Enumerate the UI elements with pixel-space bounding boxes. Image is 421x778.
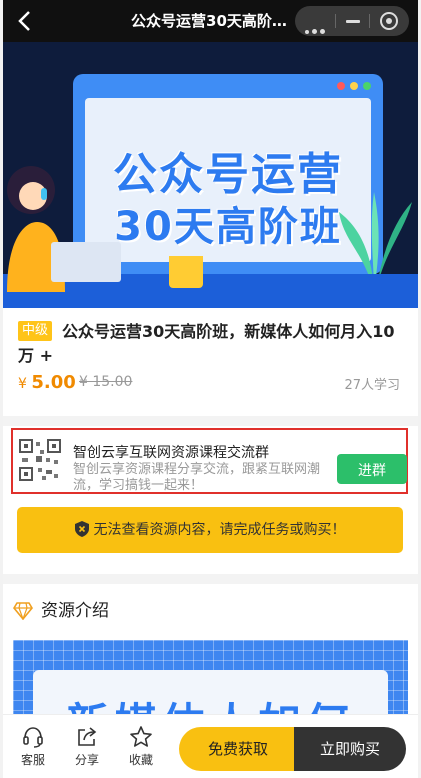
- top-navigation-bar: 公众号运营30天高阶班...: [3, 0, 418, 42]
- favorite-button[interactable]: 收藏: [119, 725, 163, 768]
- star-icon: [130, 726, 152, 747]
- laptop-illustration: [51, 242, 121, 282]
- group-description: 智创云享资源课程分享交流，跟紧互联网潮流，学习搞钱一起来！: [73, 462, 321, 493]
- mini-program-capsule: [295, 6, 409, 36]
- more-dots-icon[interactable]: [305, 19, 328, 38]
- bottom-action-bar: 客服 分享 收藏 免费获取 立即购买: [3, 714, 418, 778]
- learner-count: 27人学习: [344, 378, 400, 393]
- original-price: ¥ 15.00: [79, 374, 133, 390]
- join-group-button[interactable]: 进群: [337, 454, 407, 484]
- close-target-icon[interactable]: [380, 12, 398, 30]
- product-name: 公众号运营30天高阶班，新媒体人如何月入10万 +: [18, 322, 395, 365]
- group-card[interactable]: 智创云享互联网资源课程交流群 智创云享资源课程分享交流，跟紧互联网潮流，学习搞钱…: [11, 428, 408, 494]
- pen-cup-illustration: [169, 256, 203, 288]
- shield-icon: [74, 521, 89, 537]
- diamond-icon: [13, 602, 33, 620]
- buy-now-button[interactable]: 立即购买: [294, 727, 406, 771]
- back-arrow-icon[interactable]: [13, 8, 39, 34]
- share-icon: [78, 727, 97, 746]
- divider: [3, 574, 418, 584]
- notice-banner[interactable]: 无法查看资源内容，请完成任务或购买！: [17, 507, 403, 553]
- group-title: 智创云享互联网资源课程交流群: [73, 445, 269, 461]
- free-get-button[interactable]: 免费获取: [179, 727, 297, 771]
- price: ¥ 5.00: [18, 372, 76, 393]
- share-button[interactable]: 分享: [65, 725, 109, 768]
- service-button[interactable]: 客服: [11, 725, 55, 768]
- notice-text: 无法查看资源内容，请完成任务或购买！: [93, 522, 346, 538]
- banner-title-line1: 公众号运营: [113, 149, 343, 200]
- app-frame: 公众号运营30天高阶班... 公众号运营 30天高阶班 中级 公众号运营30天高…: [3, 0, 418, 778]
- banner-title-line2: 30天高阶班: [114, 204, 342, 250]
- course-banner: 公众号运营 30天高阶班: [3, 42, 418, 308]
- page-title: 公众号运营30天高阶班...: [131, 12, 291, 30]
- qr-code-icon: [18, 438, 62, 482]
- minimize-icon[interactable]: [346, 20, 360, 23]
- headset-icon: [23, 727, 43, 748]
- divider: [3, 416, 418, 426]
- resource-heading: 资源介绍: [13, 596, 109, 621]
- product-info: 中级 公众号运营30天高阶班，新媒体人如何月入10万 + ¥ 5.00 ¥ 15…: [3, 308, 418, 420]
